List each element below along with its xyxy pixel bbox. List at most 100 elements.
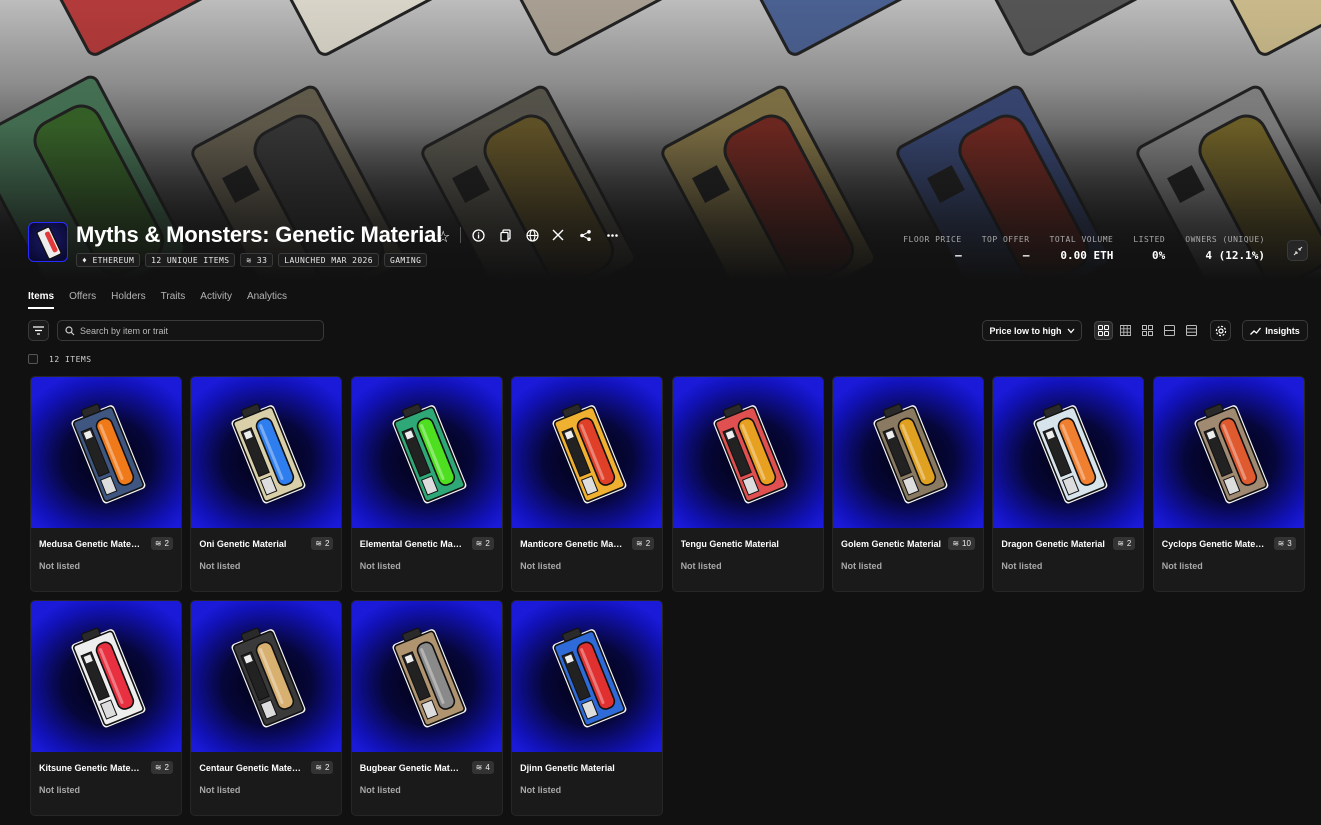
item-info: Manticore Genetic Material ≋ 2 Not listed xyxy=(512,528,662,571)
item-info: Cyclops Genetic Material ≋ 3 Not listed xyxy=(1154,528,1304,571)
item-name[interactable]: Elemental Genetic Material xyxy=(360,539,464,549)
item-card[interactable]: Dragon Genetic Material ≋ 2 Not listed xyxy=(992,376,1145,592)
x-icon[interactable] xyxy=(549,226,567,244)
item-status: Not listed xyxy=(359,561,401,571)
item-name[interactable]: Tengu Genetic Material xyxy=(681,539,815,549)
tab-analytics[interactable]: Analytics xyxy=(247,291,287,309)
item-grid: Medusa Genetic Material ≋ 2 Not listed Oni G… xyxy=(30,376,1306,816)
stack-icon: ≋ xyxy=(1277,539,1285,548)
insights-label: Insights xyxy=(1265,325,1300,336)
item-card[interactable]: Medusa Genetic Material ≋ 2 Not listed xyxy=(30,376,182,592)
item-name[interactable]: Bugbear Genetic Material xyxy=(360,763,464,773)
item-name[interactable]: Djinn Genetic Material xyxy=(520,763,654,773)
view-grid-compact-button[interactable] xyxy=(1138,321,1157,340)
settings-button[interactable] xyxy=(1210,320,1231,341)
item-name[interactable]: Cyclops Genetic Material xyxy=(1162,539,1266,549)
item-info: Medusa Genetic Material ≋ 2 Not listed xyxy=(31,528,181,571)
item-card[interactable]: Manticore Genetic Material ≋ 2 Not listed xyxy=(511,376,664,592)
item-image[interactable] xyxy=(672,377,823,528)
item-info: Dragon Genetic Material ≋ 2 Not listed xyxy=(993,528,1143,571)
item-name[interactable]: Golem Genetic Material xyxy=(841,539,945,549)
item-image[interactable] xyxy=(351,601,502,752)
item-image[interactable] xyxy=(832,377,983,528)
view-grid-large-button[interactable] xyxy=(1094,321,1113,340)
item-image[interactable] xyxy=(1153,377,1304,528)
item-supply: 2 xyxy=(324,763,330,772)
category-tag[interactable]: GAMING xyxy=(383,253,428,267)
tab-items[interactable]: Items xyxy=(28,291,55,309)
stack-icon: ≋ xyxy=(636,539,643,548)
item-card[interactable]: Oni Genetic Material ≋ 2 Not listed xyxy=(190,376,343,592)
item-name[interactable]: Centaur Genetic Material xyxy=(199,763,303,773)
copy-icon[interactable] xyxy=(496,226,514,244)
genetic-vial-icon xyxy=(71,403,146,504)
stack-icon: ≋ xyxy=(315,763,322,772)
tab-traits[interactable]: Traits xyxy=(161,291,186,309)
view-table-button[interactable] xyxy=(1182,321,1201,340)
item-image[interactable] xyxy=(191,601,342,752)
item-supply: 10 xyxy=(962,539,971,548)
item-status: Not listed xyxy=(199,785,241,795)
item-card[interactable]: Centaur Genetic Material ≋ 2 Not listed xyxy=(190,600,343,816)
sort-label: Price low to high xyxy=(989,325,1062,336)
collection-tabs: Items Offers Holders Traits Activity Ana… xyxy=(28,291,287,309)
item-card[interactable]: Bugbear Genetic Material ≋ 4 Not listed xyxy=(350,600,503,816)
globe-icon[interactable] xyxy=(523,226,541,244)
sort-dropdown[interactable]: Price low to high xyxy=(982,320,1082,341)
item-info: Bugbear Genetic Material ≋ 4 Not listed xyxy=(352,752,502,795)
item-card[interactable]: Elemental Genetic Material ≋ 2 Not listed xyxy=(350,376,503,592)
tab-offers[interactable]: Offers xyxy=(69,291,96,309)
item-card[interactable]: Kitsune Genetic Material ≋ 2 Not listed xyxy=(30,600,182,816)
grid-small-icon xyxy=(1120,325,1131,336)
item-name[interactable]: Manticore Genetic Material xyxy=(520,539,624,549)
stat-floor-price: FLOOR PRICE – xyxy=(903,235,962,262)
item-image[interactable] xyxy=(512,377,663,528)
item-status: Not listed xyxy=(1161,561,1203,571)
item-name[interactable]: Oni Genetic Material xyxy=(199,539,303,549)
tab-activity[interactable]: Activity xyxy=(200,291,232,309)
info-icon[interactable] xyxy=(469,226,487,244)
item-image[interactable] xyxy=(191,377,342,528)
collection-tags: ♦ ETHEREUM 12 UNIQUE ITEMS ≋ 33 LAUNCHED… xyxy=(76,253,428,267)
star-icon[interactable]: ☆ xyxy=(436,227,450,247)
chain-tag[interactable]: ♦ ETHEREUM xyxy=(76,253,141,267)
item-image[interactable] xyxy=(993,377,1144,528)
item-image[interactable] xyxy=(351,377,502,528)
more-icon[interactable] xyxy=(603,226,621,244)
grid-large-icon xyxy=(1098,325,1109,336)
item-info: Djinn Genetic Material Not listed xyxy=(512,752,662,795)
item-card[interactable]: Cyclops Genetic Material ≋ 3 Not listed xyxy=(1152,376,1305,592)
item-info: Kitsune Genetic Material ≋ 2 Not listed xyxy=(31,752,181,795)
search-bar[interactable] xyxy=(57,320,324,341)
tab-holders[interactable]: Holders xyxy=(111,291,145,309)
item-info: Centaur Genetic Material ≋ 2 Not listed xyxy=(191,752,341,795)
item-supply: 2 xyxy=(324,539,330,548)
item-name[interactable]: Medusa Genetic Material xyxy=(39,539,143,549)
item-status: Not listed xyxy=(199,561,241,571)
view-grid-small-button[interactable] xyxy=(1116,321,1135,340)
item-image[interactable] xyxy=(31,377,181,528)
item-image[interactable] xyxy=(512,601,663,752)
item-name[interactable]: Kitsune Genetic Material xyxy=(39,763,143,773)
item-image[interactable] xyxy=(31,601,181,752)
stat-listed: LISTED 0% xyxy=(1133,235,1166,262)
search-input[interactable] xyxy=(80,325,320,336)
item-card[interactable]: Djinn Genetic Material Not listed xyxy=(511,600,664,816)
item-status: Not listed xyxy=(840,561,882,571)
item-supply-badge: ≋ 2 xyxy=(311,761,334,774)
insights-button[interactable]: Insights xyxy=(1242,320,1308,341)
chevron-down-icon xyxy=(1067,328,1074,333)
filter-button[interactable] xyxy=(28,320,49,341)
item-supply: 2 xyxy=(1126,539,1132,548)
collapse-header-button[interactable] xyxy=(1287,240,1308,261)
item-name[interactable]: Dragon Genetic Material xyxy=(1001,539,1105,549)
item-card[interactable]: Golem Genetic Material ≋ 10 Not listed xyxy=(831,376,984,592)
item-supply-badge: ≋ 2 xyxy=(471,537,494,550)
share-icon[interactable] xyxy=(576,226,594,244)
genetic-vial-icon xyxy=(231,403,306,504)
genetic-vial-icon xyxy=(1033,403,1108,504)
item-card[interactable]: Tengu Genetic Material Not listed xyxy=(671,376,824,592)
item-info: Elemental Genetic Material ≋ 2 Not listed xyxy=(352,528,502,571)
select-all-checkbox[interactable] xyxy=(28,354,38,364)
view-list-button[interactable] xyxy=(1160,321,1179,340)
